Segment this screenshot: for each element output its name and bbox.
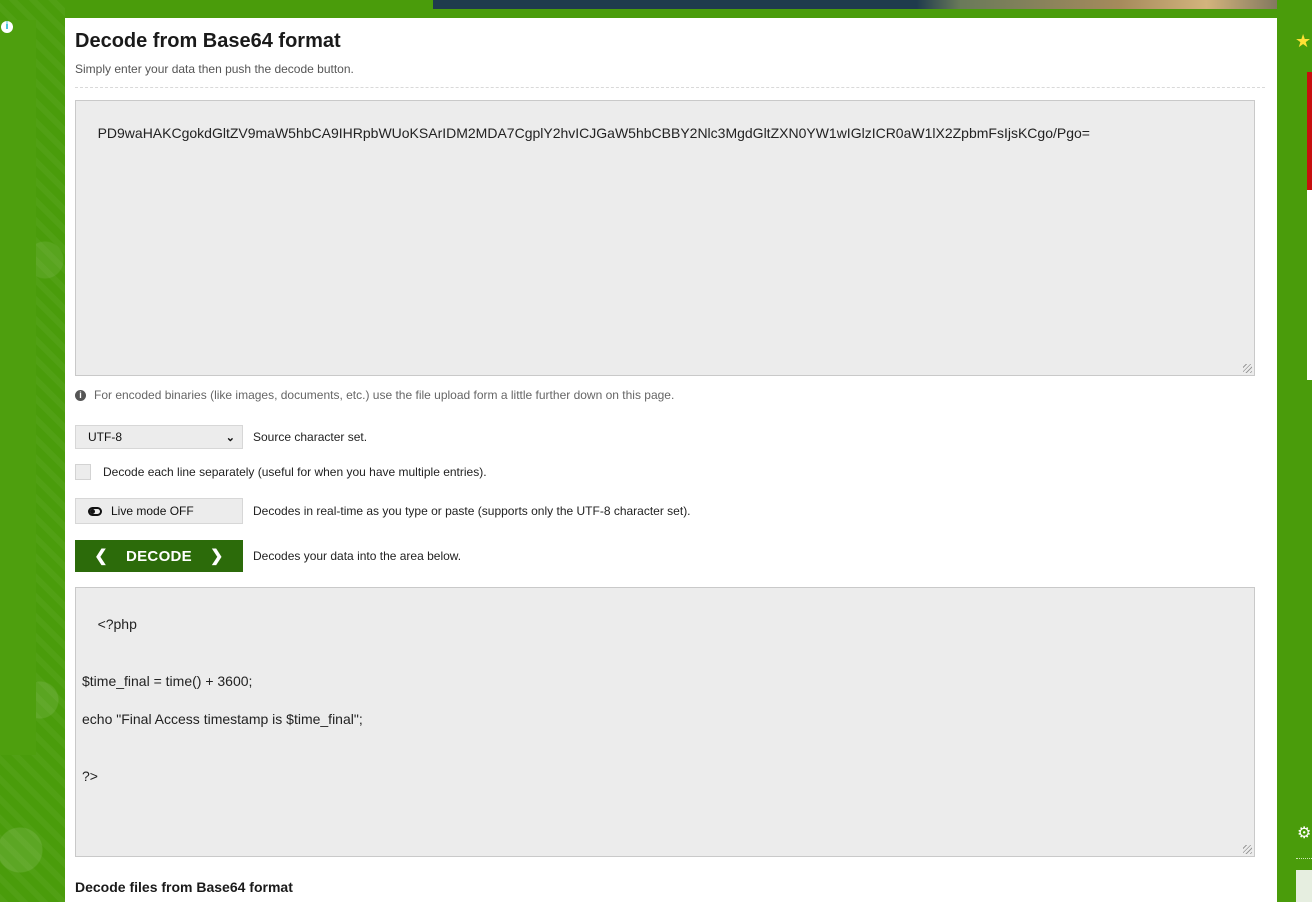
info-icon: i (75, 389, 86, 401)
page-title: Decode from Base64 format (75, 30, 341, 52)
page-subtitle: Simply enter your data then push the dec… (75, 62, 354, 76)
right-button[interactable] (1296, 870, 1312, 902)
star-icon[interactable]: ★ (1295, 32, 1311, 50)
right-divider (1296, 858, 1312, 859)
left-ad-banner[interactable] (0, 20, 36, 755)
chevron-left-icon: ❮ (94, 548, 108, 565)
charset-selected-value: UTF-8 (88, 430, 122, 444)
charset-select[interactable]: UTF-8 ⌄ (75, 425, 243, 449)
decode-row: ❮ DECODE ❯ Decodes your data into the ar… (75, 540, 461, 572)
decoded-output-textarea[interactable]: <?php $time_final = time() + 3600; echo … (75, 587, 1255, 857)
decode-button-label: DECODE (126, 547, 192, 565)
live-mode-label: Live mode OFF (111, 504, 194, 518)
output-text: <?php $time_final = time() + 3600; echo … (82, 616, 363, 784)
resize-grip-icon[interactable] (1243, 364, 1252, 373)
base64-input-textarea[interactable]: PD9waHAKCgokdGltZV9maW5hbCA9IHRpbWUoKSAr… (75, 100, 1255, 376)
decode-description: Decodes your data into the area below. (253, 549, 462, 563)
input-text: PD9waHAKCgokdGltZV9maW5hbCA9IHRpbWUoKSAr… (97, 125, 1090, 141)
gear-icon[interactable]: ⚙ (1297, 826, 1311, 842)
files-section-title: Decode files from Base64 format (75, 879, 293, 895)
chevron-right-icon: ❯ (209, 548, 224, 565)
decode-button[interactable]: ❮ DECODE ❯ (75, 540, 243, 572)
ad-info-icon[interactable]: i (1, 21, 13, 33)
dashed-divider (75, 87, 1265, 88)
live-mode-row: Live mode OFF Decodes in real-time as yo… (75, 498, 691, 524)
live-mode-description: Decodes in real-time as you type or past… (253, 504, 691, 518)
right-ad-banner-accent (1307, 72, 1312, 190)
toggle-icon (88, 506, 102, 516)
binary-note-text: For encoded binaries (like images, docum… (94, 388, 675, 402)
resize-grip-icon[interactable] (1243, 845, 1252, 854)
main-panel: Decode from Base64 format Simply enter y… (65, 18, 1277, 902)
live-mode-button[interactable]: Live mode OFF (75, 498, 243, 524)
binary-note: i For encoded binaries (like images, doc… (75, 388, 674, 402)
top-banner-image (433, 0, 1312, 9)
decode-each-line-label: Decode each line separately (useful for … (103, 465, 487, 479)
charset-label: Source character set. (253, 430, 368, 444)
line-option-row: Decode each line separately (useful for … (75, 464, 487, 480)
charset-row: UTF-8 ⌄ Source character set. (75, 425, 367, 449)
decode-each-line-checkbox[interactable] (75, 464, 91, 480)
chevron-down-icon: ⌄ (225, 431, 235, 444)
